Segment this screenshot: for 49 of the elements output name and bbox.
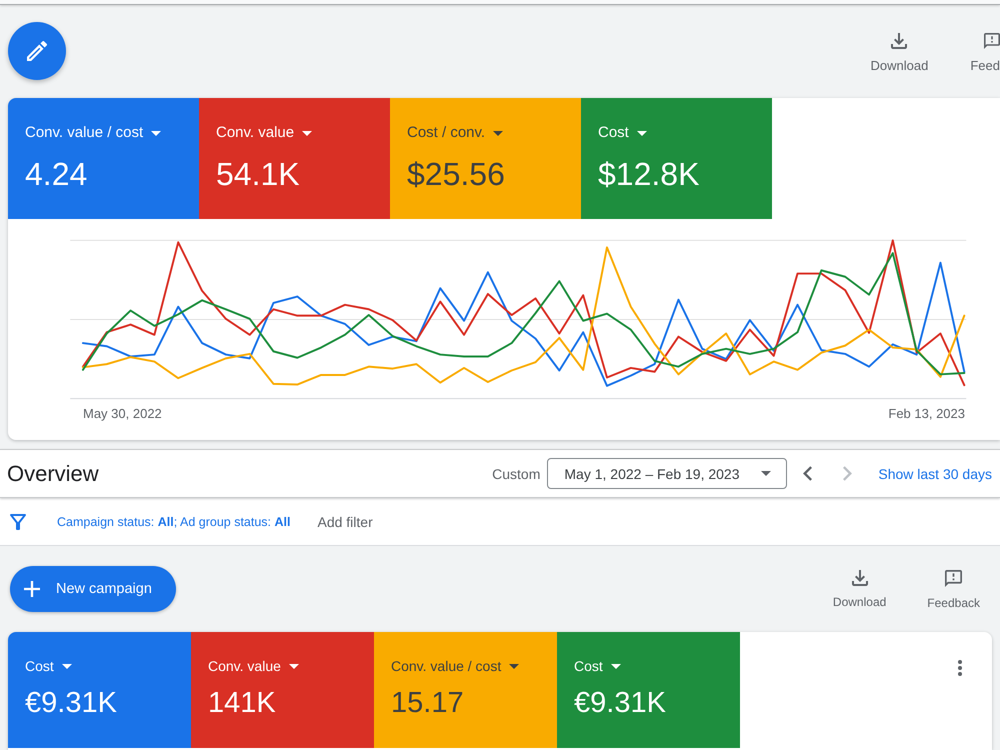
- caret-down-icon: [151, 130, 162, 136]
- caret-down-icon: [493, 130, 504, 136]
- plus-icon: [24, 581, 40, 597]
- filter-icon[interactable]: [10, 514, 26, 530]
- chevron-left-icon: [802, 466, 812, 481]
- axis-label: Feb 13, 2023: [888, 406, 965, 422]
- metric-value: €9.31K: [25, 686, 117, 721]
- range-label: Custom: [492, 466, 540, 482]
- feedback-icon: [984, 33, 1000, 49]
- caret-down-icon: [610, 664, 621, 668]
- metric-selector[interactable]: Cost / conv.: [407, 122, 504, 144]
- metric-value: 4.24: [25, 155, 88, 194]
- download-button[interactable]: Download: [870, 33, 928, 74]
- pencil-icon: [27, 41, 47, 61]
- metric-selector[interactable]: Conv. value / cost: [25, 122, 162, 144]
- page-title: Overview: [7, 460, 99, 486]
- edit-button[interactable]: [8, 22, 66, 80]
- metric-value: $25.56: [407, 155, 505, 194]
- metric-selector[interactable]: Cost: [574, 655, 621, 677]
- feedback-button[interactable]: Feedback: [927, 570, 980, 611]
- download-icon: [891, 33, 908, 49]
- new-campaign-button[interactable]: New campaign: [10, 566, 176, 612]
- more-vertical-icon[interactable]: [958, 660, 962, 676]
- caret-down-icon: [302, 130, 312, 136]
- filter-summary-link[interactable]: Campaign status: All; Ad group status: All: [57, 514, 290, 528]
- caret-down-icon: [761, 471, 772, 476]
- caret-down-icon: [509, 664, 520, 668]
- metric-selector[interactable]: Conv. value: [208, 655, 299, 677]
- download-button[interactable]: Download: [832, 570, 886, 611]
- metric-selector[interactable]: Conv. value / cost: [391, 655, 520, 677]
- metric-value: €9.31K: [574, 686, 666, 721]
- metric-value: 141K: [208, 686, 276, 721]
- metric-value: 15.17: [391, 686, 464, 721]
- caret-down-icon: [288, 664, 299, 668]
- metric-selector[interactable]: Conv. value: [216, 122, 312, 144]
- chevron-right-icon: [842, 466, 852, 481]
- metric-value: 54.1K: [216, 155, 300, 194]
- caret-down-icon: [636, 130, 647, 136]
- date-range-dropdown[interactable]: May 1, 2022 – Feb 19, 2023: [547, 458, 788, 489]
- date-shortcut-link[interactable]: Show last 30 days: [878, 466, 992, 482]
- caret-down-icon: [62, 664, 72, 668]
- axis-label: May 30, 2022: [83, 406, 162, 422]
- add-filter-button[interactable]: Add filter: [317, 514, 373, 530]
- feedback-button[interactable]: Feed: [970, 33, 1000, 74]
- metric-selector[interactable]: Cost: [598, 122, 647, 144]
- feedback-icon: [945, 570, 962, 587]
- metric-value: $12.8K: [598, 155, 700, 194]
- metric-selector[interactable]: Cost: [25, 655, 72, 677]
- download-icon: [852, 570, 868, 586]
